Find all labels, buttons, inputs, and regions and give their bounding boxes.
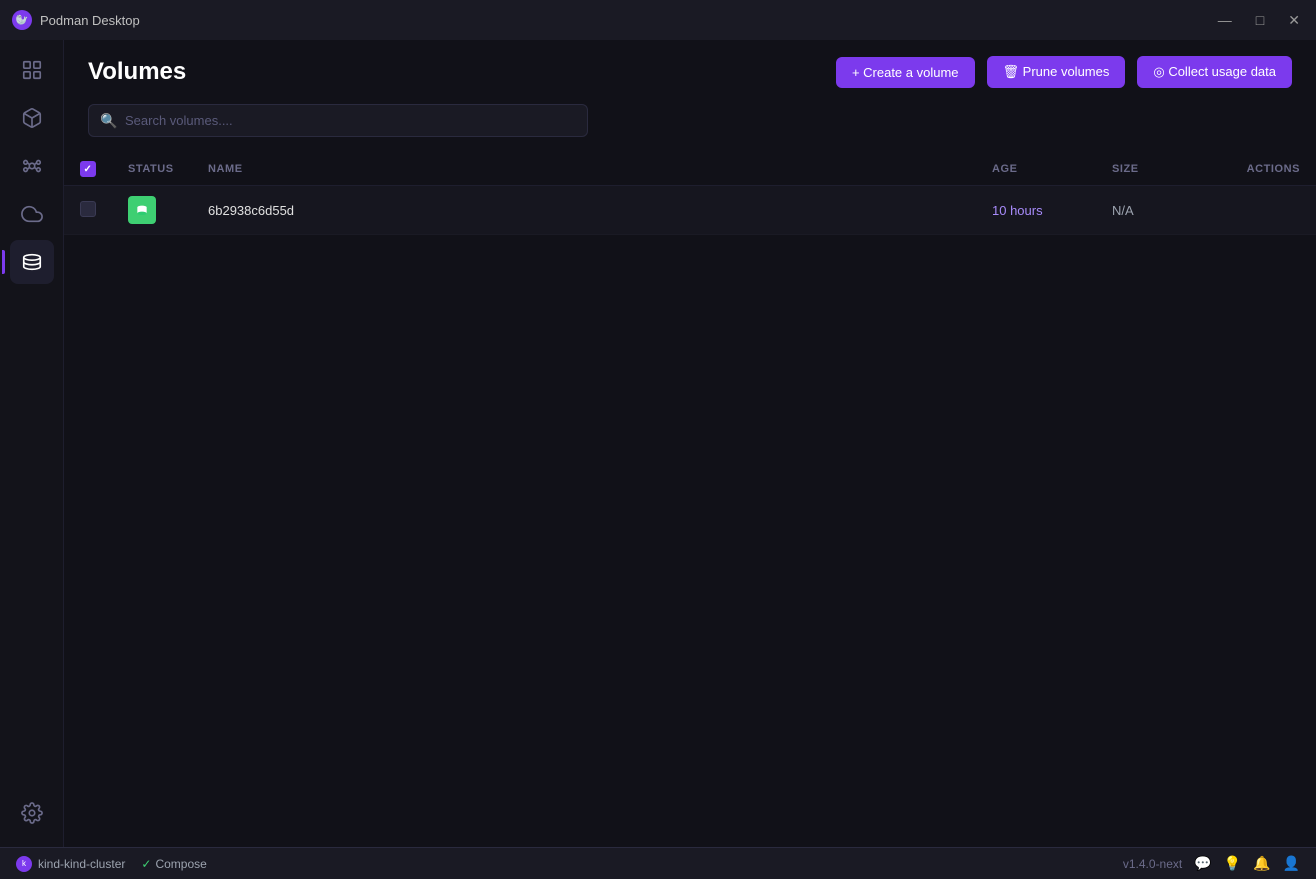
row-actions-cell: [1216, 186, 1316, 235]
footer-right: v1.4.0-next 💬 💡 🔔 👤: [1123, 855, 1300, 872]
volume-size: N/A: [1112, 203, 1134, 218]
compose-label: Compose: [155, 857, 206, 871]
search-wrapper: 🔍: [88, 104, 588, 137]
prune-volumes-button[interactable]: 🗑 Prune volumes: [987, 56, 1126, 88]
cylinder-small-icon: [134, 202, 150, 218]
search-icon: 🔍: [100, 112, 117, 129]
search-input[interactable]: [88, 104, 588, 137]
volume-age: 10 hours: [992, 203, 1043, 218]
app-logo: 🦭: [12, 10, 32, 30]
col-header-checkbox: [64, 153, 112, 186]
volume-status-icon: [128, 196, 156, 224]
maximize-button[interactable]: □: [1252, 10, 1268, 30]
row-checkbox[interactable]: [80, 201, 96, 217]
settings-icon: [21, 802, 43, 824]
box-icon: [21, 107, 43, 129]
user-icon-button[interactable]: 👤: [1283, 855, 1300, 872]
check-icon: ✓: [141, 857, 151, 871]
version-text: v1.4.0-next: [1123, 857, 1182, 871]
collect-usage-button[interactable]: ◎ Collect usage data: [1137, 56, 1292, 88]
col-header-size: SIZE: [1096, 153, 1216, 186]
cylinder-icon: [21, 251, 43, 273]
table-row[interactable]: 6b2938c6d55d 10 hours N/A: [64, 186, 1316, 235]
sidebar-item-volumes[interactable]: [10, 240, 54, 284]
sidebar-item-settings[interactable]: [10, 791, 54, 835]
cloud-icon: [21, 203, 43, 225]
bulb-icon-button[interactable]: 💡: [1224, 855, 1241, 872]
chat-icon-button[interactable]: 💬: [1194, 855, 1211, 872]
sidebar: [0, 40, 64, 847]
main-content: Volumes + Create a volume 🗑 Prune volume…: [64, 40, 1316, 847]
pods-icon: [21, 155, 43, 177]
minimize-button[interactable]: —: [1214, 10, 1236, 30]
cluster-name: kind-kind-cluster: [38, 857, 125, 871]
footer-cluster: k kind-kind-cluster: [16, 856, 125, 872]
col-header-status: STATUS: [112, 153, 192, 186]
app-title: Podman Desktop: [40, 13, 1206, 28]
page-title: Volumes: [88, 58, 824, 86]
grid-icon: [21, 59, 43, 81]
volume-name: 6b2938c6d55d: [208, 203, 294, 218]
row-status-cell: [112, 186, 192, 235]
window-controls: — □ ✕: [1214, 10, 1304, 31]
sidebar-item-images[interactable]: [10, 192, 54, 236]
select-all-checkbox[interactable]: [80, 161, 96, 177]
app-body: Volumes + Create a volume 🗑 Prune volume…: [0, 40, 1316, 847]
create-volume-button[interactable]: + Create a volume: [836, 57, 975, 88]
cluster-icon: k: [16, 856, 32, 872]
close-button[interactable]: ✕: [1284, 10, 1304, 31]
row-age-cell: 10 hours: [976, 186, 1096, 235]
footer-compose: ✓ Compose: [141, 857, 206, 871]
sidebar-item-dashboard[interactable]: [10, 48, 54, 92]
row-name-cell: 6b2938c6d55d: [192, 186, 976, 235]
sidebar-item-containers[interactable]: [10, 96, 54, 140]
col-header-name: NAME: [192, 153, 976, 186]
row-checkbox-cell: [64, 186, 112, 235]
row-size-cell: N/A: [1096, 186, 1216, 235]
footer: k kind-kind-cluster ✓ Compose v1.4.0-nex…: [0, 847, 1316, 879]
col-header-actions: ACTIONS: [1216, 153, 1316, 186]
col-header-age: AGE: [976, 153, 1096, 186]
titlebar: 🦭 Podman Desktop — □ ✕: [0, 0, 1316, 40]
table-header-row: STATUS NAME AGE SIZE ACTIONS: [64, 153, 1316, 186]
bell-icon-button[interactable]: 🔔: [1253, 855, 1270, 872]
footer-left: k kind-kind-cluster ✓ Compose: [16, 856, 207, 872]
page-header: Volumes + Create a volume 🗑 Prune volume…: [64, 40, 1316, 104]
volumes-table: STATUS NAME AGE SIZE ACTIONS: [64, 153, 1316, 235]
sidebar-item-pods[interactable]: [10, 144, 54, 188]
volumes-table-container: STATUS NAME AGE SIZE ACTIONS: [64, 153, 1316, 847]
search-bar: 🔍: [64, 104, 1316, 153]
